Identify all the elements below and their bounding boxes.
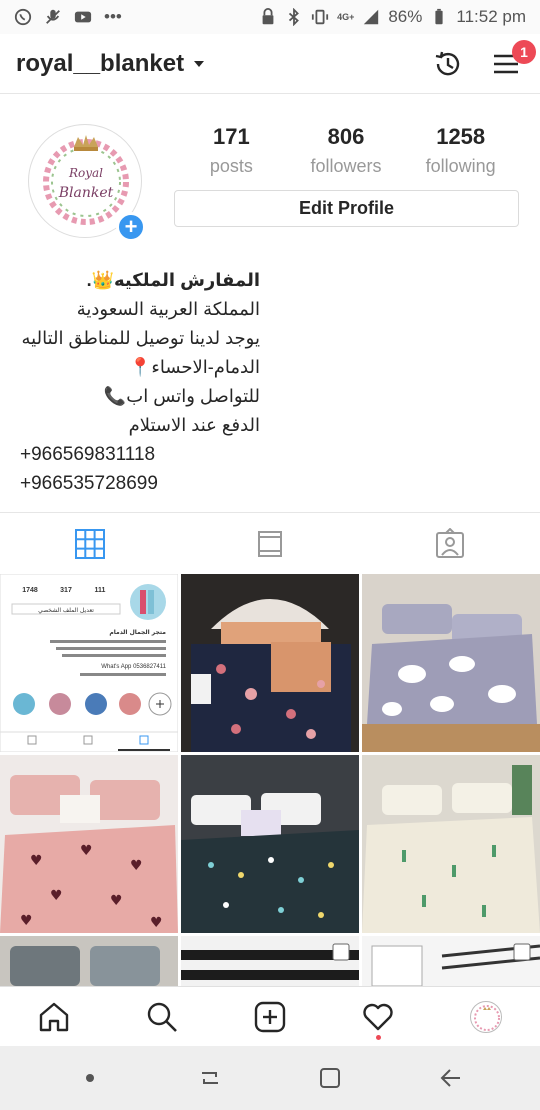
following-label: following xyxy=(425,156,496,176)
svg-text:317: 317 xyxy=(60,587,72,594)
svg-text:♥: ♥ xyxy=(150,915,163,931)
tab-feed[interactable] xyxy=(180,513,360,574)
mic-off-icon xyxy=(44,8,62,26)
phone-link[interactable]: +966569831118 xyxy=(20,440,260,469)
followers-count: 806 xyxy=(327,124,365,149)
nav-new-post[interactable] xyxy=(216,987,324,1046)
post-thumbnail[interactable] xyxy=(362,755,540,933)
stat-followers[interactable]: 806 followers xyxy=(289,124,404,177)
tagged-photos-icon xyxy=(436,527,464,558)
profile-summary: Royal Blanket + 171 posts 806 followers … xyxy=(0,116,540,266)
add-post-icon xyxy=(254,1001,286,1032)
profile-bio: المفارش الملكيه👑. المملكة العربية السعود… xyxy=(20,266,260,498)
archive-button[interactable] xyxy=(430,46,466,82)
svg-text:♥: ♥ xyxy=(110,893,123,909)
chevron-down-icon[interactable] xyxy=(194,60,205,67)
phone-link[interactable]: +966535728699 xyxy=(20,469,260,498)
notification-badge: 1 xyxy=(512,39,536,64)
home-icon xyxy=(39,1002,69,1031)
bluetooth-icon xyxy=(285,8,303,26)
post-thumbnail[interactable]: 1748 317 111 تعديل الملف الشخصي متجر الج… xyxy=(0,574,178,752)
svg-text:♥: ♥ xyxy=(30,853,43,869)
whatsapp-icon xyxy=(14,8,32,26)
back-button[interactable] xyxy=(432,1060,468,1096)
svg-text:♥: ♥ xyxy=(50,888,63,904)
heart-icon xyxy=(363,1003,393,1030)
stat-following[interactable]: 1258 following xyxy=(403,124,518,177)
svg-text:What's App 0536827411: What's App 0536827411 xyxy=(101,664,166,670)
profile-header-bar: royal__blanket 1 xyxy=(0,34,540,94)
tab-grid[interactable] xyxy=(0,513,180,574)
add-story-button[interactable]: + xyxy=(116,212,146,242)
lock-icon xyxy=(259,8,277,26)
account-switcher[interactable]: royal__blanket xyxy=(16,50,184,78)
crown-icon xyxy=(74,135,98,151)
avatar-text-line1: Royal xyxy=(68,166,103,180)
nav-home[interactable] xyxy=(0,987,108,1046)
bio-line: يوجد لدينا توصيل للمناطق التاليه xyxy=(21,328,260,348)
following-count: 1258 xyxy=(436,124,486,149)
clock: 11:52 pm xyxy=(456,7,526,26)
menu-button[interactable]: 1 xyxy=(488,39,536,82)
dot-icon xyxy=(86,1074,94,1082)
profile-avatar-icon xyxy=(470,1000,502,1033)
bottom-navigation xyxy=(0,986,540,1046)
posts-label: posts xyxy=(209,156,253,176)
bio-line: الدفع عند الاستلام xyxy=(128,415,260,435)
system-navigation-bar xyxy=(0,1046,540,1110)
bio-line: الدمام-الاحساء📍 xyxy=(128,357,260,377)
signal-icon xyxy=(362,8,380,26)
nav-activity[interactable] xyxy=(324,987,432,1046)
svg-text:♥: ♥ xyxy=(80,843,93,859)
edit-profile-button[interactable]: Edit Profile xyxy=(174,190,519,227)
square-home-icon xyxy=(320,1068,340,1088)
svg-text:♥: ♥ xyxy=(130,858,143,874)
search-icon xyxy=(147,1002,177,1032)
grid-view-icon xyxy=(75,528,105,559)
plus-icon: + xyxy=(124,214,138,239)
post-thumbnail[interactable] xyxy=(181,936,359,986)
back-arrow-icon xyxy=(440,1069,460,1087)
more-dots-icon: ••• xyxy=(104,7,122,26)
battery-percent: 86% xyxy=(388,7,423,26)
history-icon xyxy=(435,51,460,75)
recents-button[interactable] xyxy=(192,1060,228,1096)
battery-icon xyxy=(430,8,448,26)
youtube-icon xyxy=(74,8,92,26)
profile-tabs xyxy=(0,512,540,574)
svg-text:111: 111 xyxy=(95,587,106,594)
followers-label: followers xyxy=(310,156,382,176)
posts-grid: 1748 317 111 تعديل الملف الشخصي متجر الج… xyxy=(0,574,540,986)
network-type: 4G+ xyxy=(337,12,355,22)
profile-display-name: المفارش الملكيه👑. xyxy=(86,270,260,290)
nav-search[interactable] xyxy=(108,987,216,1046)
posts-count: 171 xyxy=(212,124,250,149)
post-thumbnail[interactable] xyxy=(0,936,178,986)
activity-indicator xyxy=(376,1035,381,1040)
post-thumbnail[interactable] xyxy=(362,574,540,752)
post-thumbnail[interactable] xyxy=(181,755,359,933)
tab-tagged[interactable] xyxy=(360,513,540,574)
home-system-button[interactable] xyxy=(312,1060,348,1096)
post-thumbnail[interactable]: ♥ ♥ ♥ ♥ ♥ ♥ ♥ xyxy=(0,755,178,933)
bio-line: المملكة العربية السعودية xyxy=(76,299,260,319)
system-dot-button[interactable] xyxy=(72,1060,108,1096)
status-bar: ••• 4G+ 86% 11:52 pm xyxy=(0,0,540,34)
nav-profile[interactable] xyxy=(432,987,540,1046)
post-thumbnail[interactable] xyxy=(181,574,359,752)
svg-text:متجر الجمال الدمام: متجر الجمال الدمام xyxy=(109,629,166,636)
feed-view-icon xyxy=(258,530,282,557)
bio-line: للتواصل واتس اب📞 xyxy=(103,386,260,406)
recent-apps-icon xyxy=(202,1072,218,1084)
profile-stats: 171 posts 806 followers 1258 following xyxy=(174,124,518,177)
post-thumbnail[interactable] xyxy=(362,936,540,986)
svg-text:♥: ♥ xyxy=(20,913,33,929)
stat-posts[interactable]: 171 posts xyxy=(174,124,289,177)
svg-text:تعديل الملف الشخصي: تعديل الملف الشخصي xyxy=(38,607,94,614)
vibrate-icon xyxy=(311,8,329,26)
svg-text:1748: 1748 xyxy=(22,587,38,594)
avatar-text-line2: Blanket xyxy=(58,185,114,201)
